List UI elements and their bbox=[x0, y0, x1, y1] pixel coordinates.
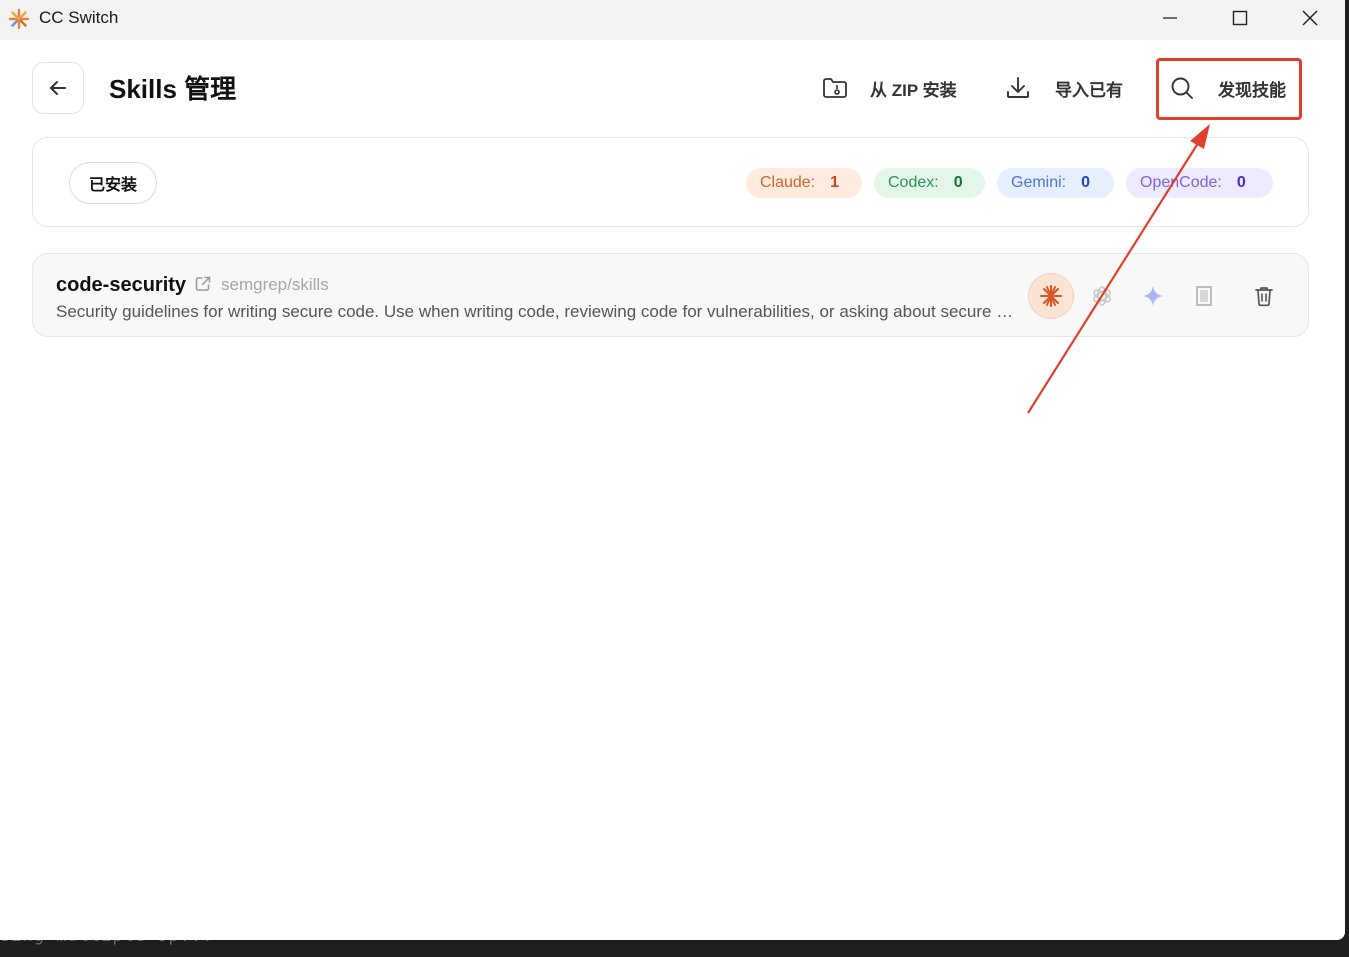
page-title: Skills 管理 bbox=[109, 74, 237, 104]
claude-count-value: 1 bbox=[830, 174, 840, 191]
maximize-icon bbox=[1232, 10, 1248, 26]
minimize-icon bbox=[1163, 17, 1177, 19]
close-button[interactable] bbox=[1275, 0, 1345, 36]
installed-filter-tab[interactable]: 已安装 bbox=[69, 162, 158, 204]
install-from-zip-label: 从 ZIP 安装 bbox=[870, 80, 957, 100]
discover-skills-label: 发现技能 bbox=[1218, 80, 1286, 100]
gemini-sparkle-icon bbox=[1143, 286, 1163, 306]
discover-skills-button[interactable]: 发现技能 bbox=[1170, 66, 1286, 110]
opencode-count-badge: OpenCode: 0 bbox=[1126, 168, 1273, 198]
opencode-toggle-button[interactable] bbox=[1181, 273, 1227, 319]
claude-icon bbox=[1040, 285, 1062, 307]
close-icon bbox=[1302, 10, 1318, 26]
codex-count-badge: Codex: 0 bbox=[874, 168, 985, 198]
trash-icon bbox=[1255, 287, 1273, 307]
gemini-count-label: Gemini: bbox=[1011, 174, 1067, 191]
minimize-button[interactable] bbox=[1135, 0, 1205, 36]
skill-description: Security guidelines for writing secure c… bbox=[56, 302, 1016, 321]
claude-toggle-button[interactable] bbox=[1028, 273, 1074, 319]
claude-count-badge: Claude: 1 bbox=[746, 168, 862, 198]
codex-toggle-button[interactable] bbox=[1079, 273, 1125, 319]
search-icon bbox=[1171, 77, 1193, 99]
import-existing-button[interactable]: 导入已有 bbox=[1005, 66, 1123, 110]
opencode-count-label: OpenCode: bbox=[1140, 174, 1222, 191]
title-bar: CC Switch bbox=[0, 0, 1345, 40]
folder-zip-icon bbox=[823, 78, 847, 98]
download-icon bbox=[1007, 77, 1029, 98]
starburst-logo-icon bbox=[8, 8, 30, 30]
import-existing-label: 导入已有 bbox=[1055, 80, 1123, 100]
filter-panel: 已安装 Claude: 1 Codex: 0 Gemini: 0 OpenCod… bbox=[32, 137, 1309, 227]
opencode-count-value: 0 bbox=[1236, 174, 1246, 191]
skill-name: code-security bbox=[56, 274, 187, 296]
arrow-left-icon bbox=[50, 81, 66, 95]
gemini-count-badge: Gemini: 0 bbox=[997, 168, 1114, 198]
openai-icon bbox=[1093, 286, 1111, 306]
gemini-toggle-button[interactable] bbox=[1130, 273, 1176, 319]
codex-count-value: 0 bbox=[953, 174, 963, 191]
opencode-icon bbox=[1196, 286, 1212, 306]
maximize-button[interactable] bbox=[1205, 0, 1275, 36]
back-button[interactable] bbox=[32, 62, 84, 114]
external-link-icon[interactable] bbox=[194, 275, 212, 293]
skill-source-repo[interactable]: semgrep/skills bbox=[221, 274, 329, 296]
skill-card: code-security semgrep/skills Security gu… bbox=[32, 253, 1309, 337]
codex-count-label: Codex: bbox=[888, 174, 939, 191]
gemini-count-value: 0 bbox=[1081, 174, 1091, 191]
app-window: CC Switch Skills 管理 从 ZIP 安装 导入已有 发现技能 已… bbox=[0, 0, 1345, 940]
claude-count-label: Claude: bbox=[760, 174, 816, 191]
delete-skill-button[interactable] bbox=[1241, 273, 1287, 319]
install-from-zip-button[interactable]: 从 ZIP 安装 bbox=[822, 66, 957, 110]
window-title: CC Switch bbox=[39, 8, 119, 27]
